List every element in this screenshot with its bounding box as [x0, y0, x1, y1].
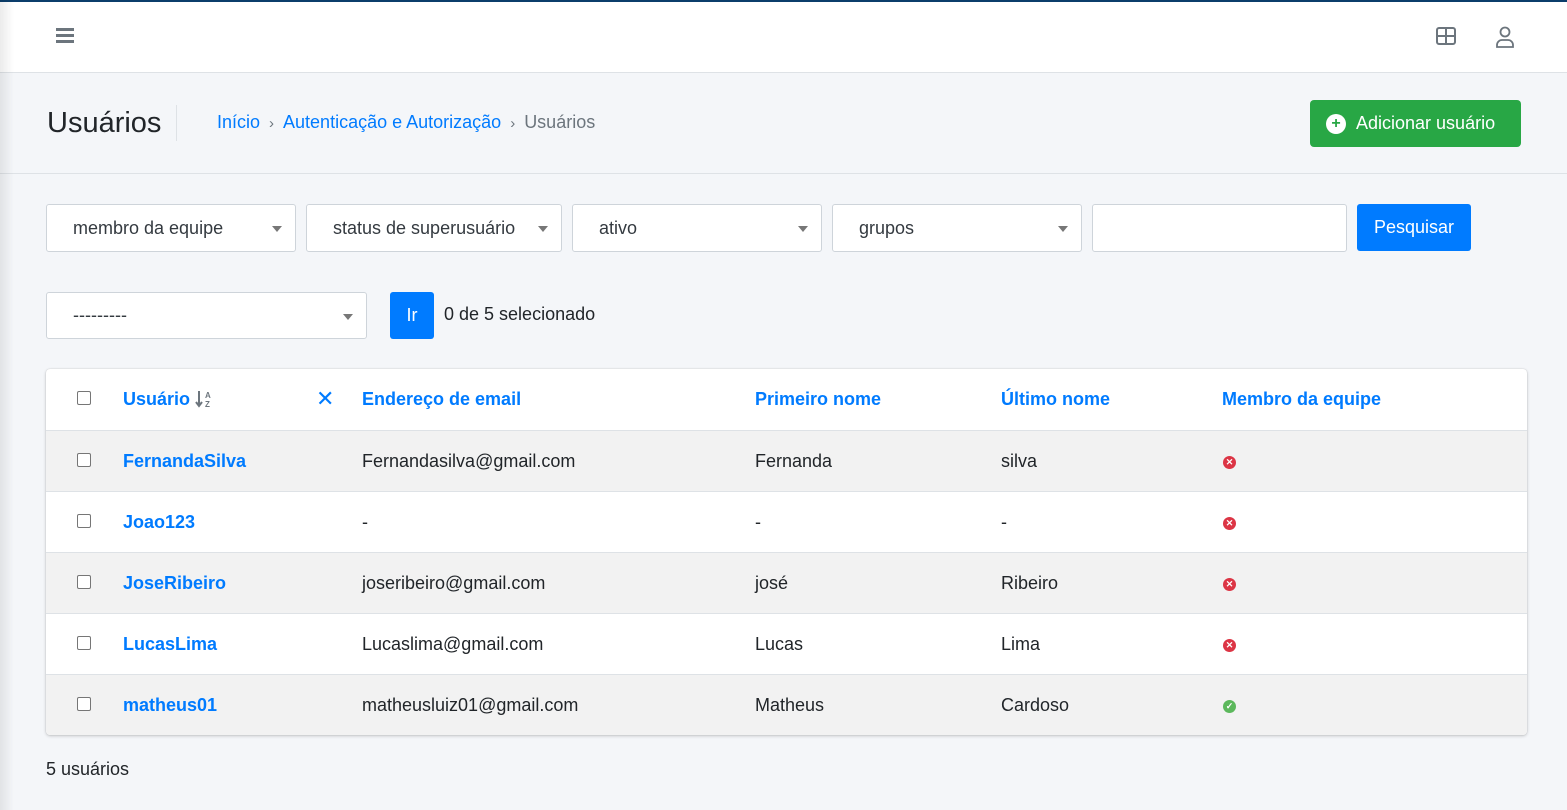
breadcrumb-home[interactable]: Início [217, 112, 260, 132]
username-link[interactable]: FernandaSilva [123, 431, 246, 491]
staff-cell: ✕ [1223, 553, 1236, 613]
action-select-value: --------- [73, 305, 127, 325]
row-checkbox[interactable] [77, 453, 91, 467]
caret-down-icon [798, 226, 808, 232]
email-cell: - [362, 511, 368, 532]
filter-staff-value: membro da equipe [73, 217, 224, 238]
user-icon[interactable] [1495, 26, 1515, 48]
table-row: JoseRibeiro joseribeiro@gmail.com josé R… [46, 552, 1527, 613]
breadcrumb-separator: › [269, 115, 275, 132]
email-cell: joseribeiro@gmail.com [362, 572, 546, 593]
divider [176, 105, 177, 141]
result-count: 5 usuários [46, 759, 130, 779]
remove-sort-icon[interactable]: ✕ [316, 369, 334, 429]
row-checkbox[interactable] [77, 636, 91, 650]
username-link[interactable]: matheus01 [123, 675, 217, 735]
x-circle-icon: ✕ [1223, 577, 1236, 591]
svg-text:A: A [205, 391, 211, 400]
last-name-cell: silva [1001, 450, 1038, 471]
go-button[interactable]: Ir [390, 292, 434, 339]
last-name-cell: Lima [1001, 633, 1041, 654]
table-row: LucasLima Lucaslima@gmail.com Lucas Lima… [46, 613, 1527, 674]
table-row: matheus01 matheusluiz01@gmail.com Matheu… [46, 674, 1527, 735]
email-cell: matheusluiz01@gmail.com [362, 694, 579, 715]
first-name-cell: - [755, 511, 761, 532]
first-name-cell: Fernanda [755, 450, 833, 471]
column-staff[interactable]: Membro da equipe [1222, 369, 1381, 429]
page-header: Usuários Início › Autenticação e Autorizaç… [0, 73, 1567, 174]
x-circle-icon: ✕ [1223, 638, 1236, 652]
select-all-checkbox[interactable] [77, 391, 91, 405]
column-last-name[interactable]: Último nome [1001, 369, 1110, 429]
svg-text:Z: Z [205, 400, 210, 408]
search-input[interactable] [1092, 204, 1347, 252]
add-user-button[interactable]: + Adicionar usuário [1310, 100, 1521, 147]
filter-superuser-select[interactable]: status de superusuário [306, 204, 562, 252]
row-checkbox[interactable] [77, 514, 91, 528]
email-cell: Lucaslima@gmail.com [362, 633, 544, 654]
table-row: Joao123 - - - ✕ [46, 491, 1527, 552]
caret-down-icon [1058, 226, 1068, 232]
selection-count: 0 de 5 selecionado [444, 304, 596, 324]
filter-active-value: ativo [599, 217, 638, 238]
last-name-cell: Ribeiro [1001, 572, 1059, 593]
first-name-cell: Lucas [755, 633, 804, 654]
filter-superuser-value: status de superusuário [333, 217, 516, 238]
filter-active-select[interactable]: ativo [572, 204, 822, 252]
breadcrumb: Início › Autenticação e Autorização › Usuári… [217, 112, 595, 133]
x-circle-icon: ✕ [1223, 455, 1236, 469]
page-title: Usuários [47, 107, 162, 139]
breadcrumb-auth[interactable]: Autenticação e Autorização [283, 112, 501, 132]
staff-cell: ✕ [1223, 431, 1236, 491]
breadcrumb-current: Usuários [524, 112, 596, 132]
first-name-cell: josé [755, 572, 789, 593]
sidebar-shadow [0, 0, 14, 810]
filter-staff-select[interactable]: membro da equipe [46, 204, 296, 252]
x-circle-icon: ✕ [1223, 516, 1236, 530]
column-first-name[interactable]: Primeiro nome [755, 369, 881, 429]
email-cell: Fernandasilva@gmail.com [362, 450, 576, 471]
plus-circle-icon: + [1326, 113, 1346, 134]
filter-groups-value: grupos [859, 217, 915, 238]
filter-groups-select[interactable]: grupos [832, 204, 1082, 252]
row-checkbox[interactable] [77, 575, 91, 589]
last-name-cell: - [1001, 511, 1007, 532]
top-navbar [0, 2, 1567, 73]
last-name-cell: Cardoso [1001, 694, 1070, 715]
username-link[interactable]: JoseRibeiro [123, 553, 226, 613]
staff-cell: ✕ [1223, 614, 1236, 674]
table-row: FernandaSilva Fernandasilva@gmail.com Fe… [46, 430, 1527, 491]
staff-cell: ✓ [1223, 675, 1236, 735]
caret-down-icon [343, 314, 353, 320]
grid-icon[interactable] [1436, 27, 1456, 45]
caret-down-icon [272, 226, 282, 232]
breadcrumb-separator: › [510, 115, 516, 132]
column-username[interactable]: Usuário AZ [123, 369, 215, 429]
username-link[interactable]: LucasLima [123, 614, 217, 674]
table-header: Usuário AZ ✕ Endereço de email Primeiro … [46, 369, 1527, 430]
users-table: Usuário AZ ✕ Endereço de email Primeiro … [46, 369, 1527, 735]
search-button[interactable]: Pesquisar [1357, 204, 1471, 251]
check-circle-icon: ✓ [1223, 699, 1236, 713]
caret-down-icon [538, 226, 548, 232]
sort-ascending-icon: AZ [195, 391, 211, 408]
action-select[interactable]: --------- [46, 292, 367, 339]
username-link[interactable]: Joao123 [123, 492, 195, 552]
first-name-cell: Matheus [755, 694, 825, 715]
staff-cell: ✕ [1223, 492, 1236, 552]
add-user-label: Adicionar usuário [1356, 113, 1496, 133]
column-email[interactable]: Endereço de email [362, 369, 521, 429]
row-checkbox[interactable] [77, 697, 91, 711]
hamburger-icon[interactable] [56, 28, 74, 43]
